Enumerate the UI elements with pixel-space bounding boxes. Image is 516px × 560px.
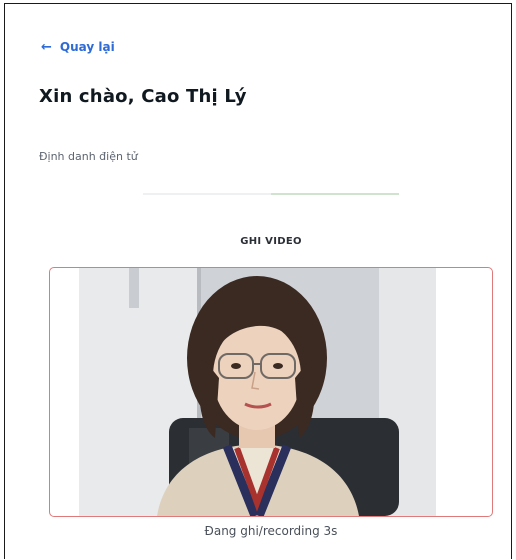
progress-step-2 (271, 193, 399, 195)
progress-step-1 (143, 193, 271, 195)
back-button[interactable]: ← Quay lại (41, 40, 115, 54)
recording-status: Đang ghi/recording 3s (204, 524, 338, 538)
page-frame: ← Quay lại Xin chào, Cao Thị Lý Định dan… (4, 3, 512, 559)
back-label: Quay lại (59, 40, 115, 54)
camera-feed-image (79, 268, 436, 516)
progress-indicator (143, 193, 399, 195)
page-title: Xin chào, Cao Thị Lý (39, 86, 247, 107)
section-subtitle: Định danh điện tử (39, 150, 138, 163)
step-label: GHI VIDEO (240, 236, 302, 247)
arrow-left-icon: ← (41, 39, 52, 55)
camera-feed (79, 268, 436, 516)
video-frame (49, 267, 493, 517)
